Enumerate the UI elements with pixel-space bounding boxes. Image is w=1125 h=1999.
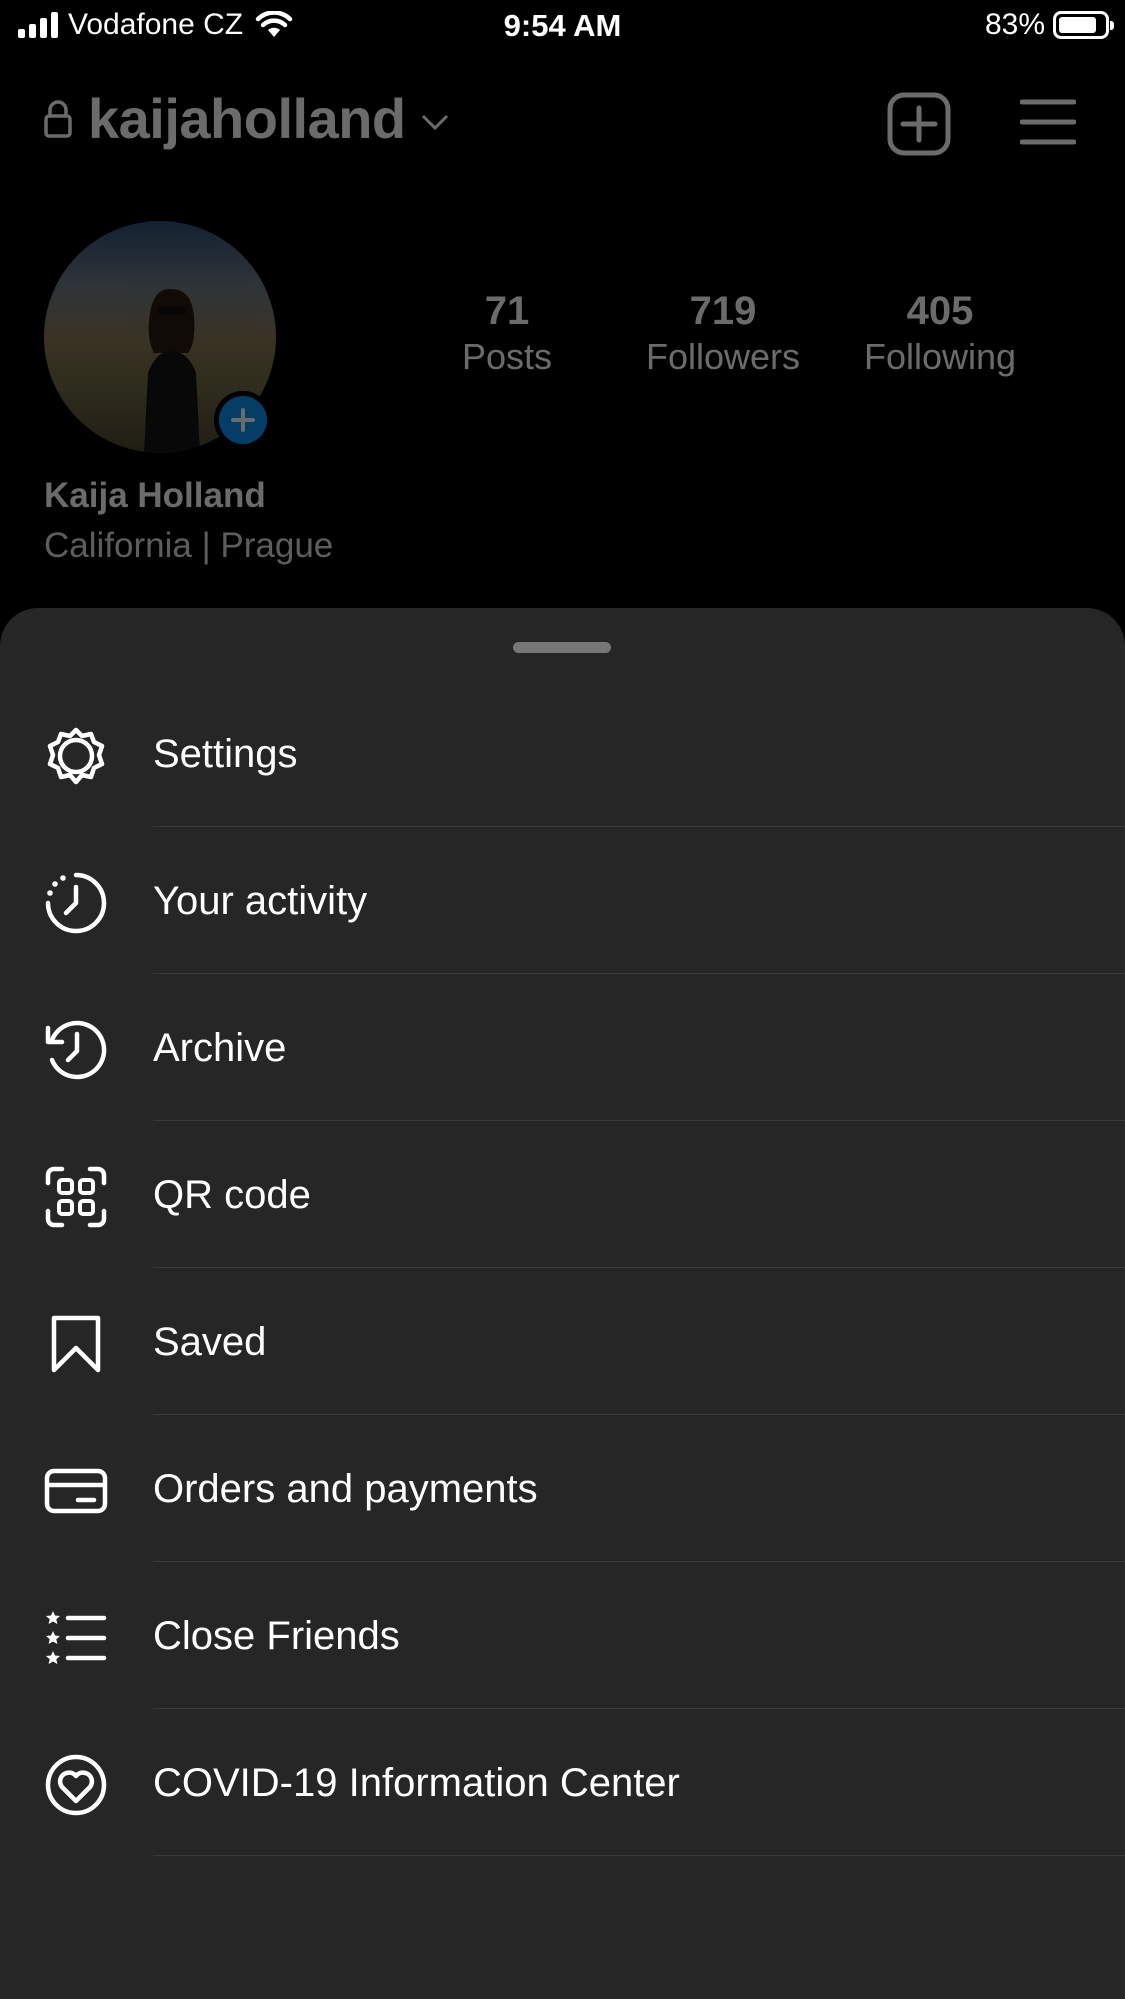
menu-item-label: Settings — [153, 732, 298, 776]
menu-item-orders-and-payments[interactable]: Orders and payments — [0, 1415, 1125, 1562]
gear-icon — [47, 727, 105, 785]
create-post-icon[interactable] — [887, 92, 951, 156]
menu-item-label: Your activity — [153, 879, 368, 923]
chevron-down-icon — [421, 114, 448, 130]
menu-item-label: Archive — [153, 1026, 287, 1070]
stat-value: 719 — [689, 289, 757, 333]
stat-followers[interactable]: 719 Followers — [623, 288, 823, 380]
username-switcher[interactable]: kaijaholland — [44, 86, 450, 151]
qr-code-icon — [45, 1166, 107, 1228]
stat-posts[interactable]: 71 Posts — [407, 288, 607, 380]
close-friends-icon — [46, 1611, 107, 1664]
battery-percent: 83% — [984, 8, 1045, 41]
stat-value: 405 — [906, 289, 974, 333]
avatar-photo — [144, 288, 200, 453]
plus-icon — [231, 408, 255, 432]
stat-label: Followers — [645, 336, 801, 377]
stat-label: Following — [863, 336, 1017, 377]
full-name: Kaija Holland — [44, 476, 266, 515]
add-story-button[interactable] — [214, 391, 272, 449]
username: kaijaholland — [88, 87, 406, 150]
menu-item-covid-19-information-center[interactable]: COVID-19 Information Center — [0, 1709, 1125, 1856]
stat-following[interactable]: 405 Following — [840, 288, 1040, 380]
battery-icon — [1053, 11, 1114, 39]
menu-item-label: QR code — [153, 1173, 311, 1217]
menu-item-label: Saved — [153, 1320, 267, 1364]
heart-circle-icon — [45, 1754, 107, 1816]
sheet-drag-handle[interactable] — [513, 642, 611, 653]
archive-icon — [45, 1020, 107, 1080]
menu-sheet: Settings Your activity Archive QR code S… — [0, 608, 1125, 1999]
status-bar: Vodafone CZ 9:54 AM 83% — [0, 0, 1125, 56]
menu-item-archive[interactable]: Archive — [0, 974, 1125, 1121]
card-icon — [44, 1468, 108, 1514]
menu-list: Settings Your activity Archive QR code S… — [0, 680, 1125, 1856]
menu-item-label: Close Friends — [153, 1614, 400, 1658]
lock-icon — [44, 99, 72, 138]
activity-icon — [45, 872, 107, 934]
status-right: 83% — [984, 8, 1114, 42]
status-time: 9:54 AM — [503, 8, 622, 43]
menu-item-saved[interactable]: Saved — [0, 1268, 1125, 1415]
stat-value: 71 — [484, 289, 530, 333]
divider — [153, 1855, 1125, 1856]
bio: California | Prague — [44, 526, 334, 565]
menu-item-your-activity[interactable]: Your activity — [0, 827, 1125, 974]
stat-label: Posts — [461, 336, 553, 377]
menu-item-close-friends[interactable]: Close Friends — [0, 1562, 1125, 1709]
menu-item-qr-code[interactable]: QR code — [0, 1121, 1125, 1268]
menu-item-label: Orders and payments — [153, 1467, 538, 1511]
menu-item-label: COVID-19 Information Center — [153, 1761, 680, 1805]
hamburger-menu-icon[interactable] — [1020, 98, 1076, 146]
profile-background: kaijaholland 71 Posts 719 Followers 405 … — [0, 56, 1125, 606]
bookmark-icon — [51, 1315, 101, 1373]
menu-item-settings[interactable]: Settings — [0, 680, 1125, 827]
